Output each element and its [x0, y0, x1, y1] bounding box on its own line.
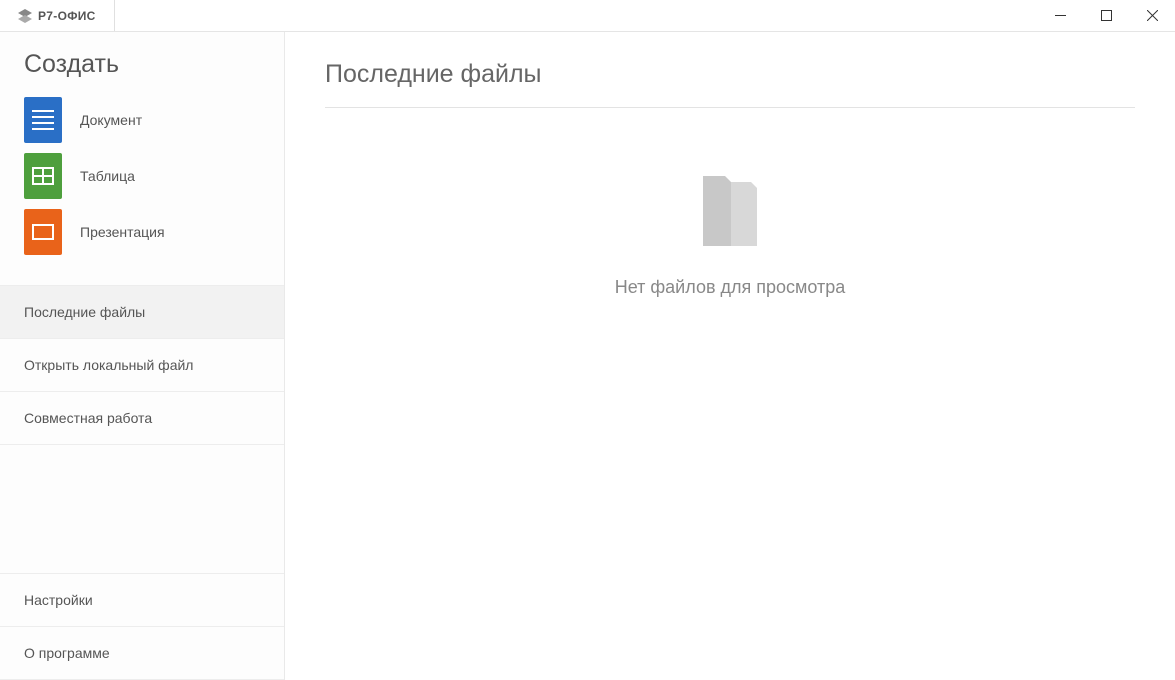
app-home-tab[interactable]: Р7-ОФИС	[0, 0, 115, 31]
maximize-button[interactable]	[1083, 0, 1129, 31]
window-controls	[1037, 0, 1175, 31]
folder-empty-icon	[695, 168, 765, 253]
titlebar: Р7-ОФИС	[0, 0, 1175, 32]
sidebar: Создать Документ Таблица Презентация	[0, 32, 285, 680]
nav-collaboration[interactable]: Совместная работа	[0, 392, 284, 445]
nav-bottom: Настройки О программе	[0, 573, 284, 680]
nav-recent-files[interactable]: Последние файлы	[0, 286, 284, 339]
app-name-label: Р7-ОФИС	[38, 9, 96, 23]
minimize-button[interactable]	[1037, 0, 1083, 31]
nav-item-label: Открыть локальный файл	[24, 357, 193, 373]
nav-open-local-file[interactable]: Открыть локальный файл	[0, 339, 284, 392]
create-item-label: Презентация	[80, 224, 165, 240]
create-spreadsheet-button[interactable]: Таблица	[24, 153, 260, 199]
presentation-icon	[24, 209, 62, 255]
empty-state: Нет файлов для просмотра	[325, 168, 1135, 298]
close-button[interactable]	[1129, 0, 1175, 31]
nav-item-label: О программе	[24, 645, 110, 661]
empty-message: Нет файлов для просмотра	[615, 277, 846, 298]
create-document-button[interactable]: Документ	[24, 97, 260, 143]
nav-item-label: Последние файлы	[24, 304, 145, 320]
app-layout: Создать Документ Таблица Презентация	[0, 32, 1175, 680]
nav-item-label: Совместная работа	[24, 410, 152, 426]
create-presentation-button[interactable]: Презентация	[24, 209, 260, 255]
spreadsheet-icon	[24, 153, 62, 199]
titlebar-left: Р7-ОФИС	[0, 0, 115, 31]
nav-about[interactable]: О программе	[0, 627, 284, 680]
create-item-label: Документ	[80, 112, 142, 128]
create-heading: Создать	[24, 50, 260, 79]
nav-list: Последние файлы Открыть локальный файл С…	[0, 285, 284, 445]
main-content: Последние файлы Нет файлов для просмотра	[285, 32, 1175, 680]
nav-settings[interactable]: Настройки	[0, 574, 284, 627]
page-title: Последние файлы	[325, 60, 1135, 108]
app-logo-icon	[18, 9, 32, 23]
nav-item-label: Настройки	[24, 592, 93, 608]
document-icon	[24, 97, 62, 143]
create-section: Создать Документ Таблица Презентация	[0, 32, 284, 265]
create-item-label: Таблица	[80, 168, 135, 184]
